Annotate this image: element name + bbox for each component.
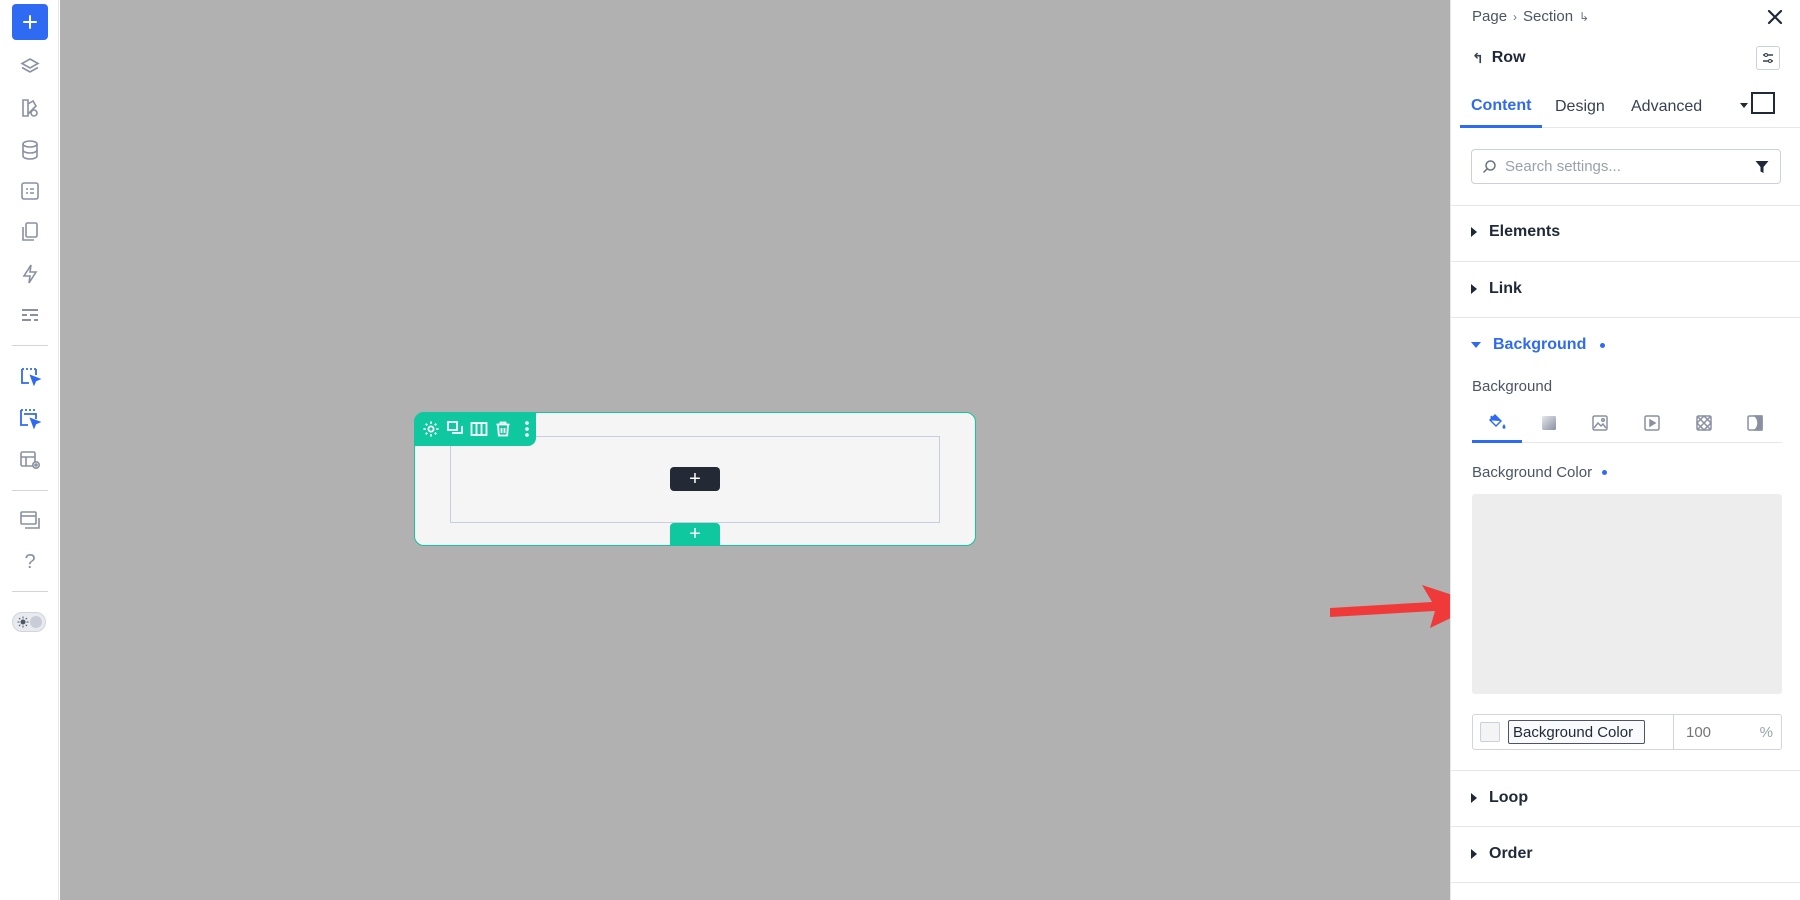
opacity-unit: % xyxy=(1759,723,1773,741)
panel-options-button[interactable] xyxy=(1756,46,1780,70)
color-name-field[interactable]: Background Color xyxy=(1508,720,1645,744)
preview-icon[interactable] xyxy=(13,443,47,477)
section-background-label: Background xyxy=(1493,336,1587,353)
section-link[interactable]: Link xyxy=(1471,277,1522,301)
gear-icon[interactable] xyxy=(422,420,440,439)
divider xyxy=(1451,205,1800,206)
windows-icon[interactable] xyxy=(13,503,47,537)
breadcrumb-section[interactable]: Section xyxy=(1523,8,1573,25)
mask-icon[interactable] xyxy=(1730,403,1780,443)
add-element-in-column-button[interactable]: + xyxy=(670,467,720,491)
search-settings xyxy=(1471,149,1781,184)
sidebar-divider xyxy=(12,591,48,592)
image-icon[interactable] xyxy=(1575,403,1625,443)
color-input-row: Background Color % xyxy=(1472,714,1782,750)
modified-indicator xyxy=(1602,470,1608,475)
section-elements-label: Elements xyxy=(1489,223,1561,240)
more-icon[interactable] xyxy=(518,420,536,439)
opacity-input[interactable] xyxy=(1686,723,1746,741)
form-icon[interactable] xyxy=(13,174,47,208)
modified-indicator xyxy=(1600,342,1606,348)
background-label: Background xyxy=(1472,378,1553,395)
panel-tabs: Content Design Advanced xyxy=(1460,86,1800,128)
video-icon[interactable] xyxy=(1627,403,1677,443)
styles-icon[interactable] xyxy=(13,91,47,125)
add-row-button[interactable]: + xyxy=(670,523,720,546)
lightning-icon[interactable] xyxy=(13,257,47,291)
divider xyxy=(1451,826,1800,827)
divider xyxy=(1451,882,1800,883)
builder-app: ? + + Page › Section ↳ ↰ Row Content Des… xyxy=(0,0,1800,900)
caret-right-icon xyxy=(1471,284,1477,294)
trash-icon[interactable] xyxy=(494,420,512,439)
gradient-icon[interactable] xyxy=(1524,403,1574,443)
section-link-label: Link xyxy=(1489,280,1522,297)
caret-right-icon xyxy=(1471,793,1477,803)
toggle-knob xyxy=(30,616,42,628)
row-toolbar xyxy=(414,412,536,446)
opacity-field: % xyxy=(1673,715,1781,749)
theme-toggle[interactable] xyxy=(12,612,46,632)
color-swatch[interactable] xyxy=(1480,722,1500,742)
chevron-right-icon: › xyxy=(1513,9,1518,24)
breadcrumb: Page › Section ↳ xyxy=(1472,8,1589,25)
select-element-icon[interactable] xyxy=(13,360,47,394)
sidebar-divider xyxy=(12,345,48,346)
left-sidebar: ? xyxy=(0,0,59,900)
sliders-icon xyxy=(1763,53,1773,63)
settings-panel: Page › Section ↳ ↰ Row Content Design Ad… xyxy=(1450,0,1800,900)
divider xyxy=(1451,261,1800,262)
select-parent-icon[interactable] xyxy=(13,402,47,436)
sun-icon xyxy=(17,616,29,628)
element-title: ↰ Row xyxy=(1472,49,1526,67)
breakpoint-icon[interactable] xyxy=(1751,92,1775,114)
templates-icon[interactable] xyxy=(13,298,47,332)
sidebar-divider xyxy=(12,490,48,491)
paint-bucket-icon[interactable] xyxy=(1472,403,1522,443)
breadcrumb-page[interactable]: Page xyxy=(1472,8,1507,25)
plus-icon xyxy=(23,15,37,29)
section-order-label: Order xyxy=(1489,845,1533,862)
duplicate-icon[interactable] xyxy=(446,420,464,439)
color-picker-area[interactable] xyxy=(1472,494,1782,694)
background-color-label: Background Color xyxy=(1472,464,1593,481)
section-order[interactable]: Order xyxy=(1471,842,1533,866)
help-icon[interactable]: ? xyxy=(13,545,47,579)
pattern-icon[interactable] xyxy=(1679,403,1729,443)
section-loop-label: Loop xyxy=(1489,789,1529,806)
filter-icon[interactable] xyxy=(1754,159,1770,175)
database-icon[interactable] xyxy=(13,133,47,167)
child-arrow-icon: ↳ xyxy=(1579,9,1590,24)
caret-right-icon xyxy=(1471,227,1477,237)
element-title-text: Row xyxy=(1491,49,1526,66)
columns-icon[interactable] xyxy=(470,420,488,439)
background-color-label-row: Background Color xyxy=(1472,464,1608,481)
divider xyxy=(1451,770,1800,771)
background-type-tabs xyxy=(1472,403,1782,443)
back-arrow-icon[interactable]: ↰ xyxy=(1472,50,1484,67)
tab-design[interactable]: Design xyxy=(1555,86,1605,128)
layers-icon[interactable] xyxy=(13,50,47,84)
section-background[interactable]: Background xyxy=(1471,333,1606,357)
section-elements[interactable]: Elements xyxy=(1471,220,1560,244)
pages-icon[interactable] xyxy=(13,215,47,249)
caret-right-icon xyxy=(1471,849,1477,859)
section-loop[interactable]: Loop xyxy=(1471,786,1528,810)
add-element-button[interactable] xyxy=(12,4,48,40)
tab-content[interactable]: Content xyxy=(1460,86,1543,128)
tab-advanced[interactable]: Advanced xyxy=(1631,86,1702,128)
search-icon xyxy=(1482,160,1496,174)
divider xyxy=(1451,317,1800,318)
caret-down-icon xyxy=(1471,342,1481,348)
close-icon[interactable] xyxy=(1764,6,1786,28)
search-input[interactable] xyxy=(1505,158,1735,175)
